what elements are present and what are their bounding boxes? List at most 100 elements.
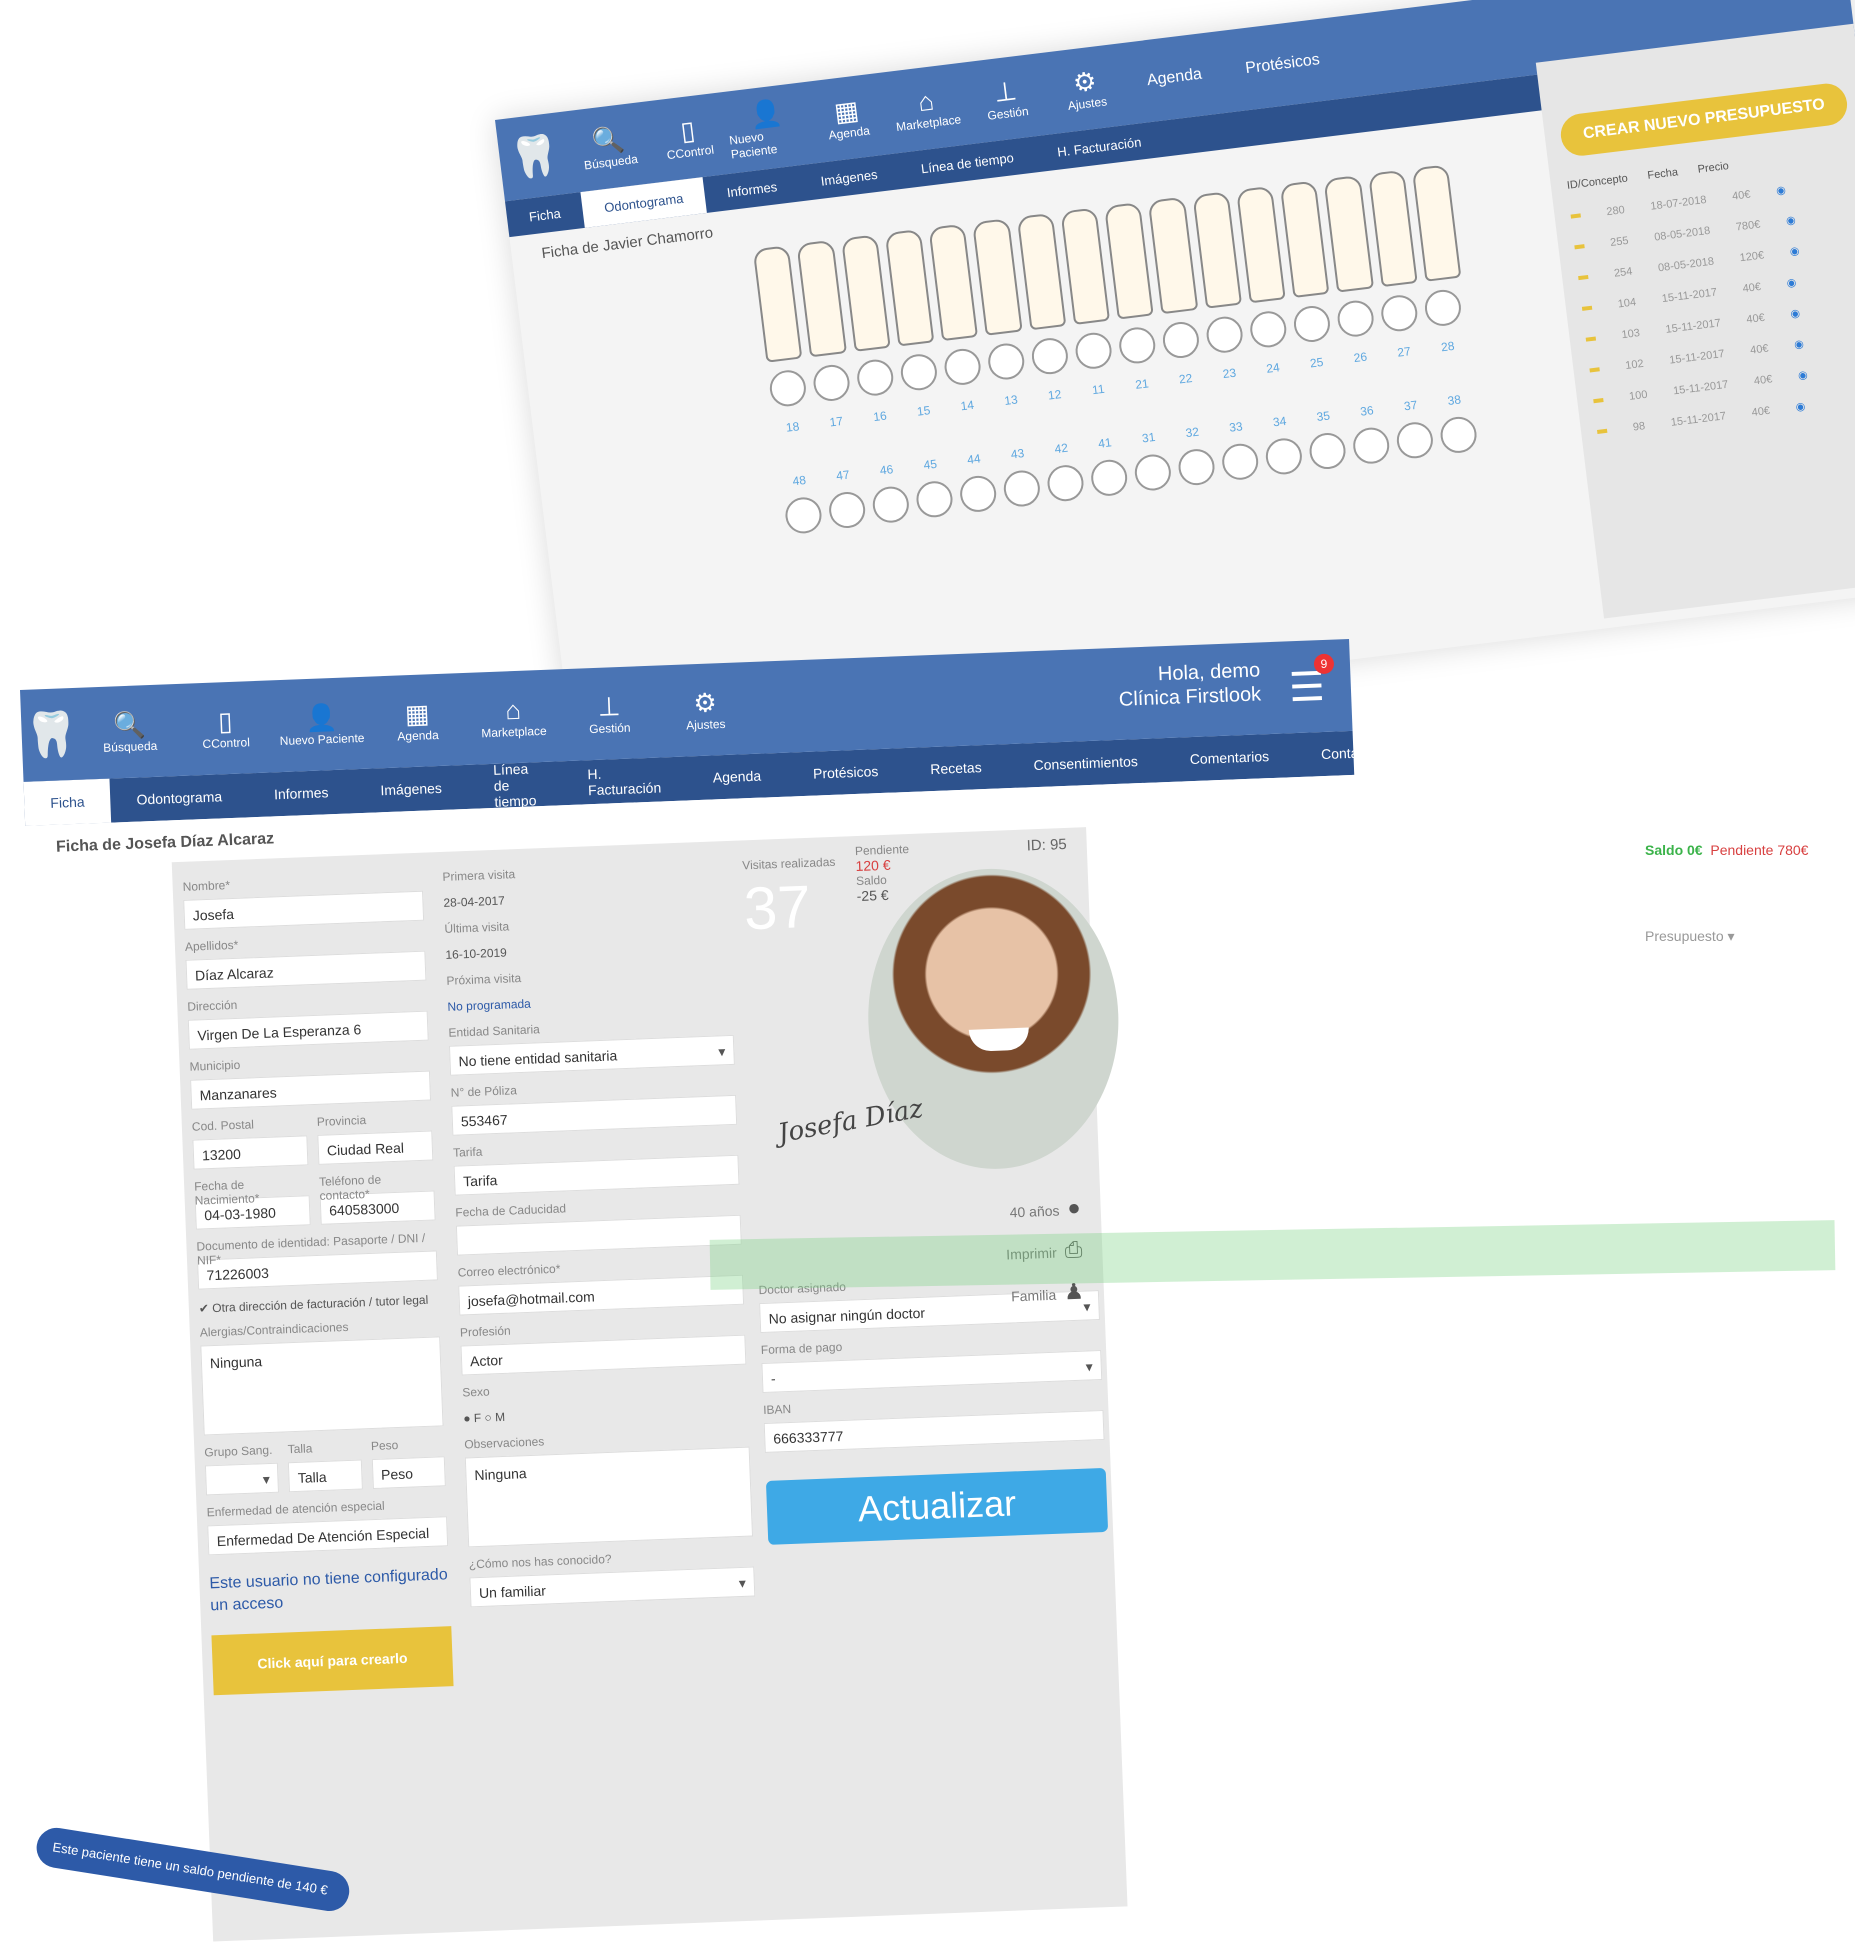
update-button[interactable]: Actualizar xyxy=(765,1467,1109,1545)
eye-icon[interactable]: ◉ xyxy=(1795,399,1806,413)
sexo-radio[interactable]: ● F ○ M xyxy=(463,1401,748,1428)
nav-gestion[interactable]: ⊥ Gestión xyxy=(964,72,1049,125)
tooth-18[interactable] xyxy=(752,245,803,363)
peso-field[interactable]: Peso xyxy=(371,1456,446,1490)
tab-consentimientos[interactable]: Consentimientos xyxy=(1007,738,1165,788)
tab-linea-tiempo[interactable]: Línea de tiempo xyxy=(467,761,563,810)
cp-field[interactable]: 13200 xyxy=(192,1135,309,1170)
enfermedad-field[interactable]: Enfermedad De Atención Especial xyxy=(207,1516,449,1556)
nav-busqueda[interactable]: 🔍 Búsqueda xyxy=(81,708,179,756)
tooth-17[interactable] xyxy=(796,239,847,358)
tab-agenda[interactable]: Agenda xyxy=(686,753,788,801)
tooth-selector-23[interactable] xyxy=(1204,314,1245,355)
nav-agenda[interactable]: ▦ Agenda xyxy=(369,697,467,745)
tab-odontograma[interactable]: Odontograma xyxy=(110,773,249,822)
eye-icon[interactable]: ◉ xyxy=(1775,183,1787,197)
nav-ccontrol[interactable]: ▯ CControl xyxy=(177,704,275,752)
tooth-selector-14[interactable] xyxy=(942,346,983,387)
tooth-selector-34[interactable] xyxy=(1263,436,1304,477)
tooth-22[interactable] xyxy=(1147,196,1198,315)
caducidad-field[interactable] xyxy=(455,1214,742,1256)
entidad-select[interactable]: No tiene entidad sanitaria xyxy=(448,1034,735,1076)
tab-recetas[interactable]: Recetas xyxy=(903,744,1008,792)
back-nav-protesicos[interactable]: Protésicos xyxy=(1222,39,1344,89)
tooth-selector-26[interactable] xyxy=(1335,298,1376,339)
tab-imagenes[interactable]: Imágenes xyxy=(354,765,469,813)
tooth-selector-24[interactable] xyxy=(1248,309,1289,350)
tab-contactar[interactable]: Contactar xyxy=(1294,729,1408,777)
user-greeting[interactable]: Hola, demo Clínica Firstlook xyxy=(1118,658,1262,711)
tooth-selector-11[interactable] xyxy=(1073,330,1114,371)
tooth-selector-17[interactable] xyxy=(811,362,852,404)
tooth-21[interactable] xyxy=(1104,201,1154,320)
tooth-selector-44[interactable] xyxy=(958,473,999,514)
tooth-selector-43[interactable] xyxy=(1001,468,1042,509)
eye-icon[interactable]: ◉ xyxy=(1785,213,1796,227)
back-nav-agenda[interactable]: Agenda xyxy=(1123,54,1226,102)
alergias-textarea[interactable]: Ninguna xyxy=(200,1336,444,1436)
sort-date[interactable]: Fecha xyxy=(1647,166,1679,182)
apellidos-field[interactable]: Díaz Alcaraz xyxy=(185,950,427,990)
tooth-26[interactable] xyxy=(1323,175,1374,293)
tooth-selector-12[interactable] xyxy=(1029,336,1070,377)
tooth-selector-18[interactable] xyxy=(767,368,808,409)
tooth-16[interactable] xyxy=(840,234,891,352)
tab-protesicos[interactable]: Protésicos xyxy=(786,748,905,796)
eye-icon[interactable]: ◉ xyxy=(1789,244,1800,258)
tooth-selector-46[interactable] xyxy=(870,484,911,525)
tab-facturacion[interactable]: H. Facturación xyxy=(561,756,688,805)
documento-field[interactable]: 71226003 xyxy=(196,1250,438,1290)
tooth-14[interactable] xyxy=(928,223,979,342)
tooth-selector-21[interactable] xyxy=(1117,325,1158,366)
nav-marketplace[interactable]: ⌂ Marketplace xyxy=(465,693,563,741)
tooth-selector-47[interactable] xyxy=(827,489,868,531)
tooth-27[interactable] xyxy=(1367,169,1418,288)
create-budget-button[interactable]: CREAR NUEVO PRESUPUESTO xyxy=(1558,81,1850,159)
conocido-select[interactable]: Un familiar xyxy=(469,1566,756,1608)
tooth-selector-48[interactable] xyxy=(783,495,824,536)
talla-field[interactable]: Talla xyxy=(288,1459,363,1493)
tab-comentarios[interactable]: Comentarios xyxy=(1163,733,1296,782)
tab-ficha[interactable]: Ficha xyxy=(23,778,112,826)
tooth-13[interactable] xyxy=(972,218,1023,336)
presupuesto-dropdown[interactable]: Presupuesto ▾ xyxy=(1645,928,1808,945)
grupo-sanguineo-select[interactable] xyxy=(204,1462,280,1496)
nav-agenda[interactable]: ▦ Agenda xyxy=(805,91,890,144)
eye-icon[interactable]: ◉ xyxy=(1786,276,1797,290)
observaciones-textarea[interactable]: Ninguna xyxy=(464,1446,754,1548)
nav-marketplace[interactable]: ⌂ Marketplace xyxy=(884,82,969,135)
sort-price[interactable]: Precio xyxy=(1697,160,1729,176)
tooth-selector-33[interactable] xyxy=(1220,441,1261,482)
tooth-selector-31[interactable] xyxy=(1132,452,1173,493)
tooth-24[interactable] xyxy=(1235,185,1286,304)
poliza-field[interactable]: 553467 xyxy=(451,1094,738,1136)
nav-nuevo-paciente[interactable]: 👤 Nuevo Paciente xyxy=(725,94,811,161)
telefono-field[interactable]: 640583000 xyxy=(319,1190,436,1225)
nombre-field[interactable]: Josefa xyxy=(183,890,425,930)
tooth-selector-15[interactable] xyxy=(898,352,939,393)
provincia-field[interactable]: Ciudad Real xyxy=(317,1130,434,1165)
nav-nuevo-paciente[interactable]: 👤 Nuevo Paciente xyxy=(273,701,371,749)
nav-ajustes[interactable]: ⚙ Ajustes xyxy=(656,686,754,734)
tooth-25[interactable] xyxy=(1279,180,1330,298)
tooth-15[interactable] xyxy=(884,228,935,347)
direccion-field[interactable]: Virgen De La Esperanza 6 xyxy=(187,1010,429,1050)
tooth-selector-22[interactable] xyxy=(1160,319,1201,361)
nav-ajustes[interactable]: ⚙ Ajustes xyxy=(1043,62,1128,115)
nacimiento-field[interactable]: 04-03-1980 xyxy=(194,1195,311,1230)
tooth-selector-27[interactable] xyxy=(1379,293,1420,334)
tarifa-field[interactable]: Tarifa xyxy=(453,1154,740,1196)
nav-gestion[interactable]: ⊥ Gestión xyxy=(561,690,659,738)
tooth-selector-28[interactable] xyxy=(1422,287,1464,328)
tooth-selector-25[interactable] xyxy=(1291,303,1333,345)
profesion-field[interactable]: Actor xyxy=(460,1334,747,1376)
tab-informes[interactable]: Informes xyxy=(247,769,355,817)
email-field[interactable]: josefa@hotmail.com xyxy=(458,1274,745,1316)
tooth-selector-32[interactable] xyxy=(1176,447,1217,488)
create-access-button[interactable]: Click aquí para crearlo xyxy=(211,1626,454,1696)
tooth-selector-41[interactable] xyxy=(1089,457,1130,498)
tooth-selector-42[interactable] xyxy=(1045,463,1086,504)
sort-id[interactable]: ID/Concepto xyxy=(1566,172,1628,191)
tooth-selector-16[interactable] xyxy=(855,357,896,398)
tooth-selector-13[interactable] xyxy=(986,341,1027,382)
